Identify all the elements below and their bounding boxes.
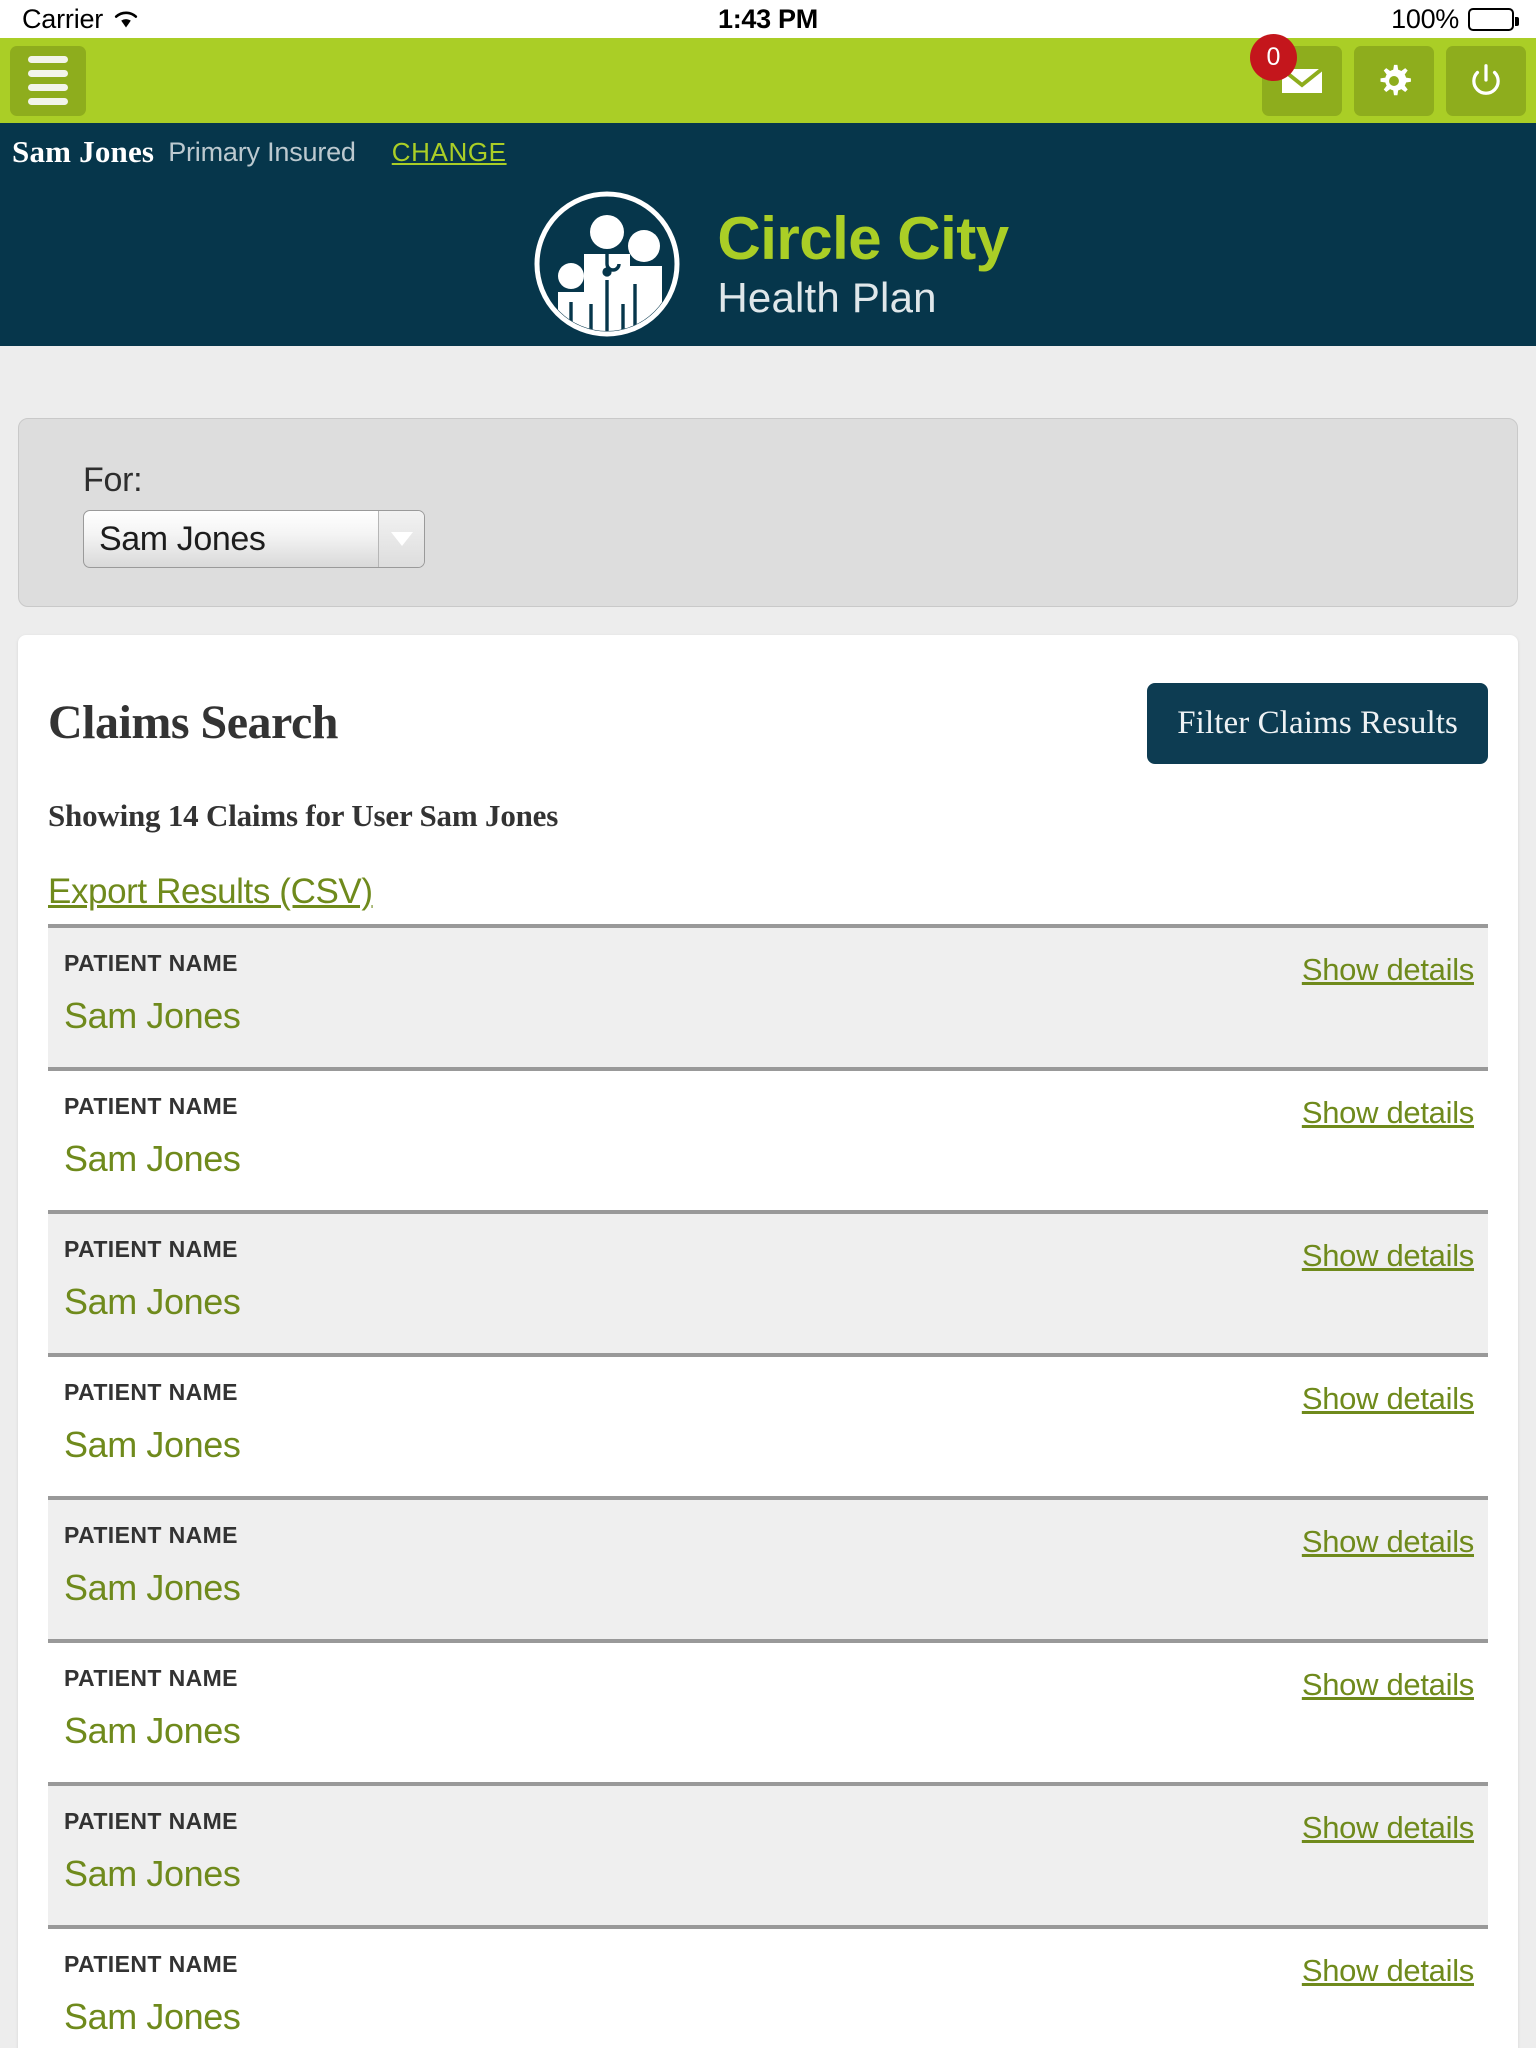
settings-button[interactable] bbox=[1354, 45, 1434, 116]
power-logout-button[interactable] bbox=[1446, 45, 1526, 116]
brand-subtitle: Health Plan bbox=[717, 273, 937, 321]
patient-name-label: PATIENT NAME bbox=[64, 1808, 238, 1834]
show-details-link[interactable]: Show details bbox=[1302, 1524, 1474, 1560]
circle-family-logo-icon bbox=[527, 184, 687, 344]
hamburger-line bbox=[28, 84, 68, 91]
power-icon bbox=[1467, 62, 1505, 100]
patient-name-value: Sam Jones bbox=[64, 1853, 241, 1894]
brand-text: Circle City Health Plan bbox=[717, 204, 1009, 321]
show-details-link[interactable]: Show details bbox=[1302, 1381, 1474, 1417]
claims-list: PATIENT NAME Sam Jones Show details PATIENT… bbox=[48, 924, 1488, 2048]
results-count-text: Showing 14 Claims for User Sam Jones bbox=[48, 798, 559, 833]
patient-name-value: Sam Jones bbox=[64, 1710, 241, 1751]
show-details-link[interactable]: Show details bbox=[1302, 1810, 1474, 1846]
table-row: PATIENT NAME Sam Jones Show details bbox=[48, 1210, 1488, 1353]
message-count-badge: 0 bbox=[1250, 33, 1297, 81]
patient-name-label: PATIENT NAME bbox=[64, 1522, 238, 1548]
member-filter-panel: For: Sam Jones bbox=[18, 418, 1518, 607]
claims-results-card: Claims Search Filter Claims Results Show… bbox=[18, 635, 1518, 2048]
user-role: Primary Insured bbox=[168, 136, 356, 167]
ios-status-bar: Carrier 1:43 PM 100% bbox=[0, 0, 1536, 38]
patient-name-label: PATIENT NAME bbox=[64, 1236, 238, 1262]
export-results-csv-link[interactable]: Export Results (CSV) bbox=[48, 872, 373, 912]
for-label: For: bbox=[83, 461, 143, 499]
patient-name-label: PATIENT NAME bbox=[64, 1379, 238, 1405]
claims-card-header: Claims Search Filter Claims Results bbox=[48, 683, 1488, 764]
patient-name-value: Sam Jones bbox=[64, 1996, 241, 2037]
table-row: PATIENT NAME Sam Jones Show details bbox=[48, 1067, 1488, 1210]
brand-title: Circle City bbox=[717, 204, 1009, 272]
chevron-down-icon bbox=[378, 511, 424, 567]
show-details-link[interactable]: Show details bbox=[1302, 1667, 1474, 1703]
battery-percent-label: 100% bbox=[1391, 3, 1459, 34]
show-details-link[interactable]: Show details bbox=[1302, 952, 1474, 988]
brand-header: Circle City Health Plan bbox=[0, 181, 1536, 346]
patient-name-value: Sam Jones bbox=[64, 995, 241, 1036]
patient-name-value: Sam Jones bbox=[64, 1138, 241, 1179]
filter-claims-results-button[interactable]: Filter Claims Results bbox=[1147, 683, 1488, 764]
messages-button[interactable]: 0 bbox=[1250, 33, 1342, 116]
table-row: PATIENT NAME Sam Jones Show details bbox=[48, 1925, 1488, 2048]
patient-name-label: PATIENT NAME bbox=[64, 1665, 238, 1691]
user-name: Sam Jones bbox=[12, 134, 155, 169]
show-details-link[interactable]: Show details bbox=[1302, 1953, 1474, 1989]
patient-name-value: Sam Jones bbox=[64, 1281, 241, 1322]
table-row: PATIENT NAME Sam Jones Show details bbox=[48, 924, 1488, 1067]
battery-icon bbox=[1468, 7, 1519, 31]
patient-name-value: Sam Jones bbox=[64, 1567, 241, 1608]
table-row: PATIENT NAME Sam Jones Show details bbox=[48, 1782, 1488, 1925]
gear-icon bbox=[1375, 62, 1413, 100]
show-details-link[interactable]: Show details bbox=[1302, 1238, 1474, 1274]
patient-name-label: PATIENT NAME bbox=[64, 1951, 238, 1977]
patient-name-value: Sam Jones bbox=[64, 1424, 241, 1465]
show-details-link[interactable]: Show details bbox=[1302, 1095, 1474, 1131]
status-bar-right: 100% bbox=[1391, 3, 1519, 35]
table-row: PATIENT NAME Sam Jones Show details bbox=[48, 1496, 1488, 1639]
member-select-value: Sam Jones bbox=[99, 519, 266, 558]
member-select[interactable]: Sam Jones bbox=[83, 510, 425, 568]
page-title: Claims Search bbox=[48, 696, 338, 749]
status-bar-clock: 1:43 PM bbox=[718, 3, 818, 34]
hamburger-menu-icon[interactable] bbox=[10, 45, 86, 116]
page-body: For: Sam Jones Claims Search Filter Clai… bbox=[0, 418, 1536, 2048]
hamburger-line bbox=[28, 70, 68, 77]
patient-name-label: PATIENT NAME bbox=[64, 1093, 238, 1119]
change-user-link[interactable]: CHANGE bbox=[392, 137, 507, 168]
hamburger-line bbox=[28, 98, 68, 105]
hamburger-line bbox=[28, 56, 68, 63]
table-row: PATIENT NAME Sam Jones Show details bbox=[48, 1353, 1488, 1496]
nav-actions: 0 bbox=[1250, 33, 1526, 116]
current-user-bar: Sam Jones Primary Insured CHANGE bbox=[0, 123, 1536, 181]
patient-name-label: PATIENT NAME bbox=[64, 950, 238, 976]
top-nav-bar: 0 bbox=[0, 33, 1536, 123]
table-row: PATIENT NAME Sam Jones Show details bbox=[48, 1639, 1488, 1782]
